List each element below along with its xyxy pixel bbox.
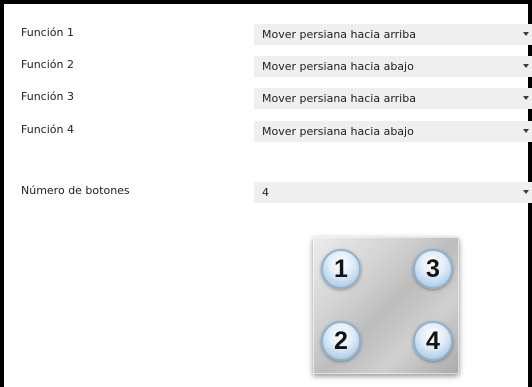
buttons-count-label: Número de botones [21,184,130,197]
function-1-row: Función 1 Mover persiana hacia arriba [8,20,532,46]
function-2-label: Función 2 [21,58,74,71]
function-4-select[interactable]: Mover persiana hacia abajo [254,121,532,142]
buttons-count-value: 4 [262,186,269,199]
keypad-button-4: 4 [413,321,453,361]
chevron-down-icon [523,32,529,36]
function-3-select[interactable]: Mover persiana hacia arriba [254,88,532,109]
function-4-value: Mover persiana hacia abajo [262,125,414,138]
function-4-label: Función 4 [21,123,74,136]
chevron-down-icon [523,64,529,68]
function-3-row: Función 3 Mover persiana hacia arriba [8,84,532,110]
buttons-count-select[interactable]: 4 [254,182,532,203]
function-2-row: Función 2 Mover persiana hacia abajo [8,52,532,78]
function-1-label: Función 1 [21,26,74,39]
function-2-value: Mover persiana hacia abajo [262,60,414,73]
function-1-select[interactable]: Mover persiana hacia arriba [254,24,532,45]
function-3-value: Mover persiana hacia arriba [262,92,416,105]
buttons-count-row: Número de botones 4 [8,178,532,204]
function-1-value: Mover persiana hacia arriba [262,28,416,41]
keypad-button-1: 1 [321,249,361,289]
function-4-row: Función 4 Mover persiana hacia abajo [8,117,532,143]
chevron-down-icon [523,190,529,194]
chevron-down-icon [523,96,529,100]
keypad-button-3: 3 [413,249,453,289]
keypad-preview: 1 3 2 4 [313,237,459,374]
chevron-down-icon [523,129,529,133]
function-3-label: Función 3 [21,90,74,103]
function-2-select[interactable]: Mover persiana hacia abajo [254,56,532,77]
keypad-button-2: 2 [321,321,361,361]
